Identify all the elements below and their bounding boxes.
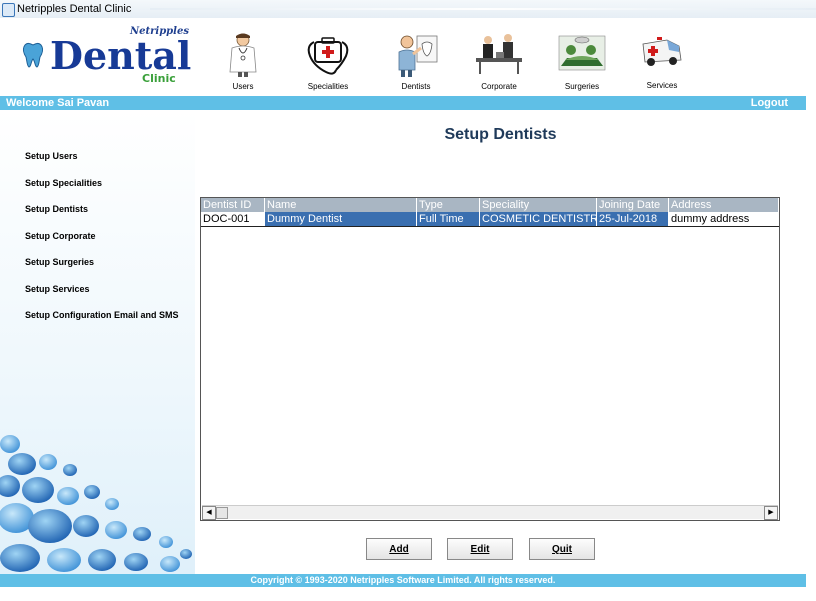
nav-dentists-button[interactable]: Dentists: [381, 32, 451, 96]
cell-dentist-id[interactable]: DOC-001: [201, 212, 265, 226]
nav-users-label: Users: [232, 82, 254, 91]
bubble-decoration: [0, 435, 192, 572]
column-header-name[interactable]: Name: [265, 198, 417, 212]
sidebar-item-setup-surgeries[interactable]: Setup Surgeries: [25, 257, 94, 267]
logo-brand-main: Dental: [50, 33, 192, 78]
nav-specialities-label: Specialities: [307, 82, 349, 91]
nav-services-button[interactable]: Services: [627, 32, 697, 96]
edit-button[interactable]: Edit: [447, 538, 513, 560]
page-title: Setup Dentists: [444, 126, 557, 143]
nav-surgeries-button[interactable]: Surgeries: [547, 32, 617, 96]
surgery-icon: [558, 35, 606, 71]
cell-speciality[interactable]: COSMETIC DENTISTRY: [480, 212, 597, 226]
welcome-bar: Welcome Sai Pavan Logout: [0, 96, 806, 110]
column-header-type[interactable]: Type: [417, 198, 480, 212]
column-header-address[interactable]: Address: [669, 198, 779, 212]
scroll-right-arrow-icon[interactable]: ▶: [764, 506, 778, 520]
medical-kit-icon: [307, 37, 349, 75]
add-button[interactable]: Add: [366, 538, 432, 560]
scroll-thumb[interactable]: [216, 507, 228, 519]
welcome-text: Welcome Sai Pavan: [6, 97, 110, 109]
window-titlebar: Netripples Dental Clinic: [0, 0, 816, 18]
nav-users-button[interactable]: Users: [208, 32, 278, 96]
dentists-table[interactable]: Dentist ID Name Type Speciality Joining …: [200, 197, 780, 521]
edit-button-label: Edit: [470, 544, 490, 555]
sidebar-item-setup-corporate[interactable]: Setup Corporate: [25, 231, 96, 241]
dentist-icon: [398, 35, 438, 77]
horizontal-scrollbar[interactable]: ◀ ▶: [202, 505, 778, 520]
add-button-label: Add: [389, 544, 409, 555]
scroll-left-arrow-icon[interactable]: ◀: [202, 506, 216, 520]
row-divider: [201, 226, 779, 227]
main-content: Setup Dentists Dentist ID Name Type Spec…: [195, 110, 806, 574]
titlebar-decoration: [150, 8, 816, 10]
quit-button-label: Quit: [552, 544, 572, 555]
quit-button[interactable]: Quit: [529, 538, 595, 560]
nav-specialities-button[interactable]: Specialities: [293, 32, 363, 96]
logout-link[interactable]: Logout: [751, 97, 788, 109]
corporate-icon: [476, 34, 522, 74]
nav-services-label: Services: [646, 81, 678, 90]
column-header-dentist-id[interactable]: Dentist ID: [201, 198, 265, 212]
sidebar-item-setup-users[interactable]: Setup Users: [25, 151, 78, 161]
nav-dentists-label: Dentists: [401, 82, 431, 91]
sidebar-item-setup-dentists[interactable]: Setup Dentists: [25, 204, 88, 214]
nav-surgeries-label: Surgeries: [564, 82, 600, 91]
ambulance-icon: [642, 37, 682, 66]
column-header-speciality[interactable]: Speciality: [480, 198, 597, 212]
logo-brand-sub: Clinic: [142, 72, 176, 85]
cell-name[interactable]: Dummy Dentist: [265, 212, 417, 226]
table-header-row: Dentist ID Name Type Speciality Joining …: [201, 198, 779, 212]
column-header-joining-date[interactable]: Joining Date: [597, 198, 669, 212]
clinic-logo: Netripples Dental Clinic: [20, 24, 192, 90]
copyright-text: Copyright © 1993-2020 Netripples Softwar…: [250, 575, 556, 585]
app-icon: [2, 3, 15, 17]
doctor-icon: [229, 33, 257, 77]
nav-corporate-label: Corporate: [481, 82, 517, 91]
cell-joining-date[interactable]: 25-Jul-2018: [597, 212, 669, 226]
app-header: Netripples Dental Clinic Users Specialit…: [0, 18, 816, 96]
cell-type[interactable]: Full Time: [417, 212, 480, 226]
tooth-icon: [22, 42, 44, 68]
sidebar-item-setup-services[interactable]: Setup Services: [25, 284, 90, 294]
footer: Copyright © 1993-2020 Netripples Softwar…: [0, 574, 806, 587]
nav-corporate-button[interactable]: Corporate: [464, 32, 534, 96]
table-row[interactable]: DOC-001 Dummy Dentist Full Time COSMETIC…: [201, 212, 779, 226]
window-title: Netripples Dental Clinic: [17, 3, 132, 15]
sidebar-item-setup-specialities[interactable]: Setup Specialities: [25, 178, 102, 188]
sidebar: Setup Users Setup Specialities Setup Den…: [0, 110, 195, 574]
sidebar-item-setup-configuration[interactable]: Setup Configuration Email and SMS: [25, 310, 179, 320]
cell-address[interactable]: dummy address: [669, 212, 779, 226]
